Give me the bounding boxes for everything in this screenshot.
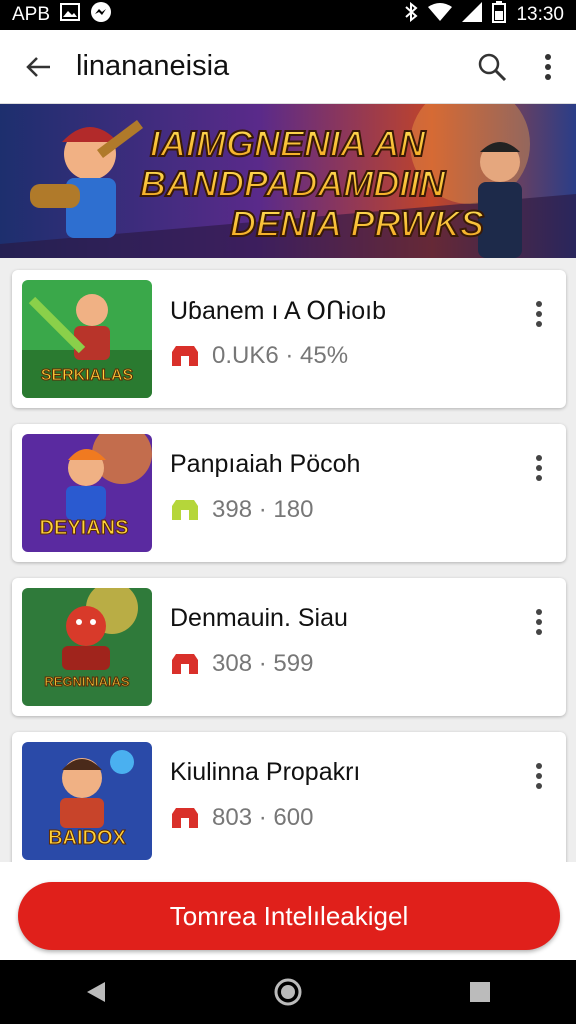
- game-stats: 308 · 599: [170, 650, 313, 678]
- nav-home-button[interactable]: [248, 960, 328, 1024]
- list-item[interactable]: DEYIANS Panpıaiah Pöcoh 398 · 180: [12, 424, 566, 562]
- back-button[interactable]: [0, 30, 76, 104]
- more-vert-icon: [545, 53, 551, 80]
- more-vert-icon: [536, 455, 542, 481]
- bluetooth-icon: [404, 1, 418, 28]
- primary-action-button[interactable]: Tomrea Intelıleakigel: [18, 882, 560, 950]
- more-vert-icon: [536, 609, 542, 635]
- banner-line-3: DENIA PRWKS: [230, 203, 484, 244]
- more-vert-icon: [536, 763, 542, 789]
- game-thumbnail: BAIDOX: [22, 742, 152, 860]
- back-triangle-icon: [87, 982, 105, 1002]
- item-menu-button[interactable]: [524, 448, 554, 488]
- search-icon: [478, 53, 507, 81]
- game-stats-text: 803 · 600: [212, 804, 314, 831]
- shop-icon: [172, 346, 198, 366]
- item-menu-button[interactable]: [524, 756, 554, 796]
- app-bar: linananeisia: [0, 30, 576, 104]
- banner-artwork: IAIMGNENIA AN BANDPADAMDIIN DENIA PRWKS: [0, 104, 576, 258]
- game-list: SERKIALAS Uɓanem ı A ՕՌioıb 0.UK6 · 45% …: [0, 258, 576, 862]
- nav-recents-button[interactable]: [440, 960, 520, 1024]
- game-stats: 0.UK6 · 45%: [170, 342, 348, 370]
- svg-text:REGNINIAIAS: REGNINIAIAS: [44, 674, 130, 689]
- home-circle-icon: [274, 978, 302, 1006]
- bottom-action-area: Tomrea Intelıleakigel: [0, 862, 576, 960]
- shop-icon: [172, 500, 198, 520]
- game-thumbnail: REGNINIAIAS: [22, 588, 152, 706]
- system-nav-bar: [0, 960, 576, 1024]
- list-item[interactable]: SERKIALAS Uɓanem ı A ՕՌioıb 0.UK6 · 45%: [12, 270, 566, 408]
- game-stats: 803 · 600: [170, 804, 313, 832]
- item-menu-button[interactable]: [524, 602, 554, 642]
- banner-character-right: [478, 142, 522, 258]
- banner-line-2: BANDPADAMDIIN: [140, 163, 446, 204]
- list-item[interactable]: REGNINIAIAS Denmauin. Siau 308 · 599: [12, 578, 566, 716]
- status-left-text: APB: [12, 4, 51, 25]
- image-icon: [60, 3, 81, 27]
- recents-square-icon: [470, 982, 490, 1002]
- shop-icon: [172, 654, 198, 674]
- game-title: Denmauin. Siau: [170, 604, 348, 632]
- game-stats-text: 308 · 599: [212, 650, 314, 677]
- page-title: linananeisia: [76, 50, 230, 82]
- item-menu-button[interactable]: [524, 294, 554, 334]
- status-bar: APB 13:30: [0, 0, 576, 30]
- nav-back-button[interactable]: [56, 960, 136, 1024]
- banner-line-1: IAIMGNENIA AN: [150, 123, 426, 164]
- list-item[interactable]: BAIDOX Kiulinna Propakrı 803 · 600: [12, 732, 566, 862]
- shop-icon: [172, 808, 198, 828]
- promo-banner[interactable]: IAIMGNENIA AN BANDPADAMDIIN DENIA PRWKS: [0, 104, 576, 258]
- game-stats-text: 398 · 180: [212, 496, 314, 523]
- svg-text:SERKIALAS: SERKIALAS: [41, 367, 134, 384]
- status-time: 13:30: [516, 4, 564, 25]
- game-title: Panpıaiah Pöcoh: [170, 450, 361, 478]
- signal-icon: [462, 2, 483, 28]
- back-arrow-icon: [26, 56, 50, 77]
- more-options-button[interactable]: [520, 30, 576, 104]
- more-vert-icon: [536, 301, 542, 327]
- game-thumbnail: SERKIALAS: [22, 280, 152, 398]
- messenger-icon: [90, 1, 112, 29]
- game-title: Uɓanem ı A ՕՌioıb: [170, 297, 386, 325]
- svg-text:BAIDOX: BAIDOX: [48, 827, 126, 849]
- wifi-icon: [428, 3, 453, 27]
- battery-icon: [492, 1, 507, 29]
- game-stats: 398 · 180: [170, 496, 313, 524]
- svg-text:DEYIANS: DEYIANS: [40, 517, 129, 539]
- search-button[interactable]: [464, 30, 520, 104]
- game-title: Kiulinna Propakrı: [170, 758, 361, 786]
- game-stats-text: 0.UK6 · 45%: [212, 342, 349, 369]
- game-thumbnail: DEYIANS: [22, 434, 152, 552]
